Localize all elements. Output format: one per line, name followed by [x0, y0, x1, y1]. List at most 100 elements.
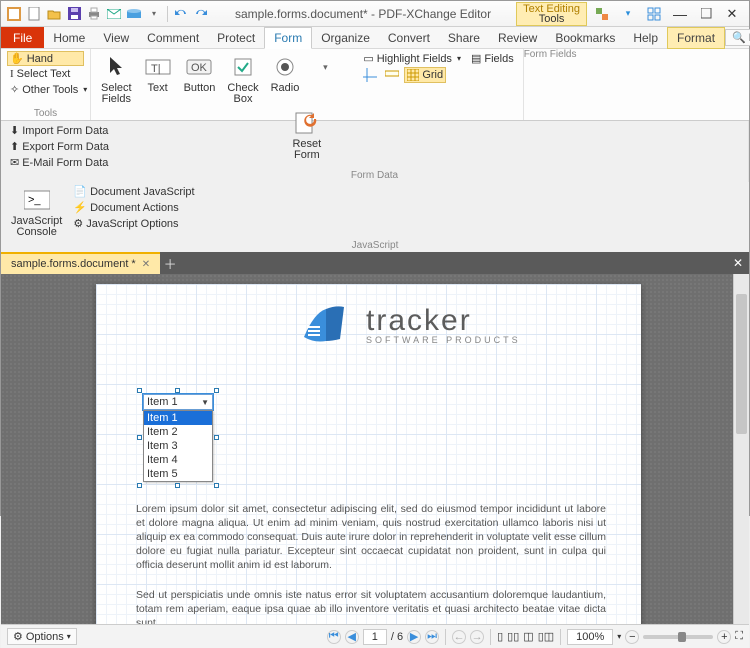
list-item[interactable]: Item 4: [144, 453, 212, 467]
page-number-input[interactable]: 1: [363, 629, 387, 645]
tab-home[interactable]: Home: [44, 27, 94, 48]
highlight-fields-button[interactable]: ▭Highlight Fields▾: [360, 51, 464, 66]
document-tab[interactable]: sample.forms.document *✕: [1, 252, 160, 274]
checkbox-icon: [229, 53, 257, 81]
layout-continuous-icon[interactable]: ▯▯: [507, 630, 519, 643]
rulers-button[interactable]: [382, 67, 402, 83]
button-field-button[interactable]: OKButton: [180, 51, 220, 96]
slider-thumb[interactable]: [678, 632, 686, 642]
radio-field-button[interactable]: Radio: [267, 51, 304, 96]
next-page-button[interactable]: ▶: [407, 630, 421, 644]
qat-dropdown2-icon[interactable]: ▾: [617, 5, 639, 23]
close-icon[interactable]: ✕: [721, 5, 743, 23]
list-item[interactable]: Item 1: [144, 411, 212, 425]
nav-fwd-button[interactable]: →: [470, 630, 484, 644]
combobox-field[interactable]: Item 1▼ Item 1 Item 2 Item 3 Item 4 Item…: [143, 394, 213, 482]
undo-icon[interactable]: [172, 5, 190, 23]
tab-protect[interactable]: Protect: [208, 27, 264, 48]
email-form-data-button[interactable]: ✉E-Mail Form Data: [7, 155, 112, 170]
open-icon[interactable]: [45, 5, 63, 23]
cursor-icon: [102, 53, 130, 81]
import-icon: ⬇: [10, 124, 19, 137]
tab-bookmarks[interactable]: Bookmarks: [546, 27, 624, 48]
list-item[interactable]: Item 3: [144, 439, 212, 453]
button-icon: OK: [185, 53, 213, 81]
close-document-button[interactable]: ✕: [727, 252, 749, 274]
print-icon[interactable]: [85, 5, 103, 23]
tools-icon: ✧: [10, 83, 19, 96]
qat-dropdown-icon[interactable]: ▾: [145, 5, 163, 23]
prev-page-button[interactable]: ◀: [345, 630, 359, 644]
select-fields-button[interactable]: Select Fields: [97, 51, 136, 107]
new-icon[interactable]: [25, 5, 43, 23]
svg-text:OK: OK: [191, 62, 208, 74]
minimize-icon[interactable]: —: [669, 5, 691, 23]
text-field-button[interactable]: T|Text: [140, 51, 176, 96]
tab-close-icon[interactable]: ✕: [142, 259, 150, 270]
app-icon: [5, 5, 23, 23]
js-options-button[interactable]: ⚙JavaScript Options: [70, 216, 197, 231]
maximize-icon[interactable]: [695, 5, 717, 23]
tab-comment[interactable]: Comment: [138, 27, 208, 48]
checkbox-field-button[interactable]: Check Box: [223, 51, 262, 107]
guides-button[interactable]: [360, 67, 380, 83]
save-icon[interactable]: [65, 5, 83, 23]
zoom-value[interactable]: 100%: [567, 629, 613, 645]
fields-pane-icon: ▤: [471, 52, 481, 65]
layout-single-icon[interactable]: ▯: [497, 630, 503, 643]
group-form-data-label: Form Data: [7, 170, 742, 182]
grid-icon: [407, 69, 419, 81]
tab-format[interactable]: Format: [667, 27, 725, 49]
zoom-slider[interactable]: [643, 635, 713, 639]
customize-icon[interactable]: [643, 5, 665, 23]
zoom-out-button[interactable]: −: [625, 630, 639, 644]
layout-cover-icon[interactable]: ▯◫: [538, 630, 554, 643]
more-fields-button[interactable]: ▾: [307, 51, 343, 83]
ui-options-icon[interactable]: [591, 5, 613, 23]
tab-help[interactable]: Help: [624, 27, 667, 48]
other-tools-button[interactable]: ✧Other Tools▾: [7, 82, 84, 97]
title-bar: ▾ sample.forms.document* - PDF-XChange E…: [1, 1, 749, 27]
tab-organize[interactable]: Organize: [312, 27, 379, 48]
doc-js-button[interactable]: 📄Document JavaScript: [70, 184, 197, 199]
tab-convert[interactable]: Convert: [379, 27, 439, 48]
redo-icon[interactable]: [192, 5, 210, 23]
list-item[interactable]: Item 5: [144, 467, 212, 481]
select-text-button[interactable]: ISelect Text: [7, 67, 84, 81]
doc-actions-button[interactable]: ⚡Document Actions: [70, 200, 197, 215]
export-form-data-button[interactable]: ⬆Export Form Data: [7, 139, 112, 154]
document-viewport[interactable]: trackerSOFTWARE PRODUCTS Item 1▼ Item 1 …: [1, 274, 749, 624]
status-bar: ⚙Options▾ ⏮ ◀ 1 / 6 ▶ ⏭ ← → ▯ ▯▯ ◫ ▯◫ 10…: [1, 624, 749, 648]
logo-subtext: SOFTWARE PRODUCTS: [366, 335, 521, 345]
combobox-dropdown[interactable]: Item 1 Item 2 Item 3 Item 4 Item 5: [143, 410, 213, 482]
file-tab[interactable]: File: [1, 27, 44, 48]
tab-view[interactable]: View: [94, 27, 138, 48]
fields-pane-button[interactable]: ▤Fields: [468, 51, 517, 66]
vertical-scrollbar[interactable]: [733, 274, 749, 624]
nav-back-button[interactable]: ←: [452, 630, 466, 644]
js-console-button[interactable]: >_JavaScript Console: [7, 184, 66, 240]
doc-js-icon: 📄: [73, 185, 87, 198]
last-page-button[interactable]: ⏭: [425, 630, 439, 644]
tab-review[interactable]: Review: [489, 27, 546, 48]
new-tab-button[interactable]: ＋: [160, 252, 180, 274]
find-button[interactable]: 🔍Find...: [725, 29, 750, 46]
bolt-icon: ⚡: [73, 201, 87, 214]
tab-share[interactable]: Share: [439, 27, 489, 48]
layout-facing-icon[interactable]: ◫: [523, 630, 533, 643]
email-icon[interactable]: [105, 5, 123, 23]
import-form-data-button[interactable]: ⬇Import Form Data: [7, 123, 112, 138]
fit-page-icon[interactable]: ⛶: [735, 630, 743, 643]
scrollbar-thumb[interactable]: [736, 294, 747, 434]
zoom-in-button[interactable]: +: [717, 630, 731, 644]
combobox-value[interactable]: Item 1▼: [143, 394, 213, 410]
tab-form[interactable]: Form: [264, 27, 312, 49]
first-page-button[interactable]: ⏮: [327, 630, 341, 644]
hand-tool-button[interactable]: ✋Hand: [7, 51, 84, 66]
scan-icon[interactable]: [125, 5, 143, 23]
grid-button[interactable]: Grid: [404, 67, 446, 83]
chevron-down-icon: ▼: [201, 398, 209, 407]
group-javascript-label: JavaScript: [7, 240, 743, 252]
options-button[interactable]: ⚙Options▾: [7, 628, 77, 645]
list-item[interactable]: Item 2: [144, 425, 212, 439]
